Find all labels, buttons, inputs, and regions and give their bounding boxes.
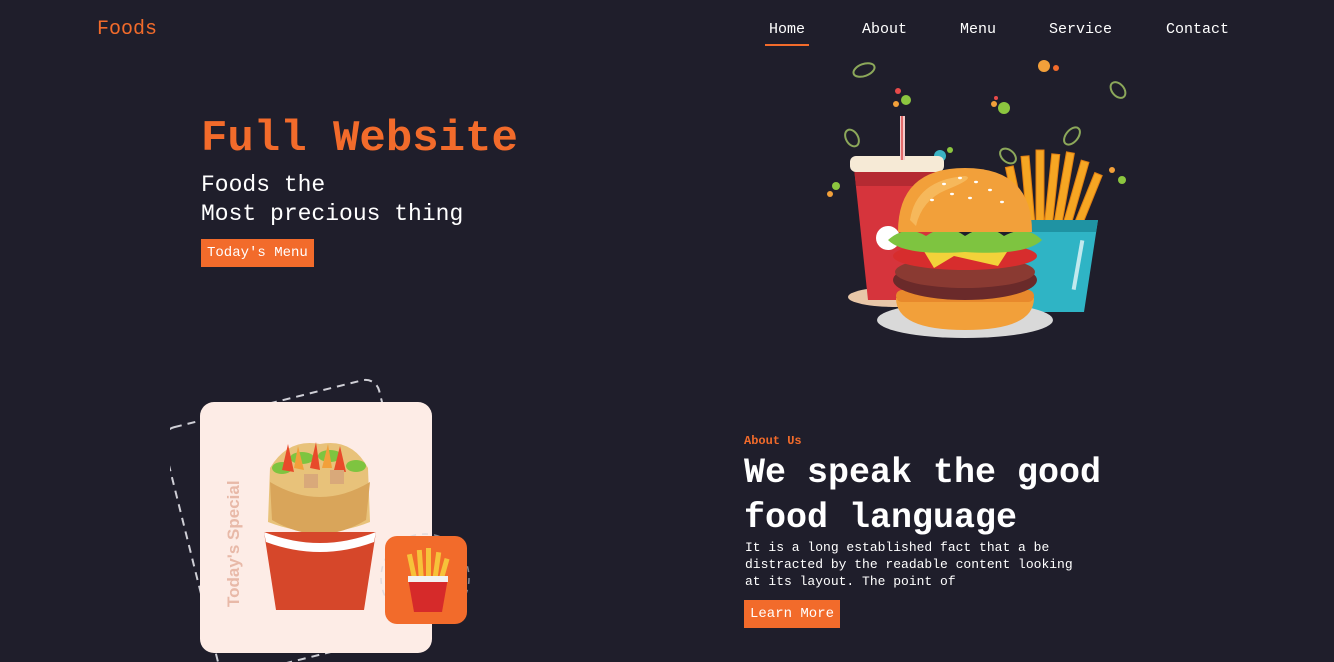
hero-subtitle: Foods the Most precious thing: [201, 171, 463, 229]
nav-contact-link[interactable]: Contact: [1166, 21, 1229, 38]
todays-menu-button[interactable]: Today's Menu: [201, 239, 314, 267]
hero-subtitle-line-2: Most precious thing: [201, 201, 464, 227]
nav-service-link[interactable]: Service: [1049, 21, 1112, 38]
about-description: It is a long established fact that a be …: [745, 540, 1073, 589]
about-title: We speak the good food language: [744, 453, 1102, 538]
nav-about-link[interactable]: About: [862, 21, 907, 38]
main-nav: Home About Menu Service Contact: [0, 21, 1334, 51]
hero-food-illustration: [827, 60, 1127, 338]
nav-menu-link[interactable]: Menu: [960, 21, 996, 38]
nav-home-link[interactable]: Home: [764, 21, 810, 46]
todays-special-card: Today's Special: [170, 378, 470, 662]
hero-title: Full Website: [201, 114, 518, 164]
about-kicker: About Us: [744, 434, 802, 448]
hero-subtitle-line-1: Foods the: [201, 172, 326, 198]
learn-more-button[interactable]: Learn More: [744, 600, 841, 628]
todays-special-label: Today's Special: [224, 480, 243, 607]
